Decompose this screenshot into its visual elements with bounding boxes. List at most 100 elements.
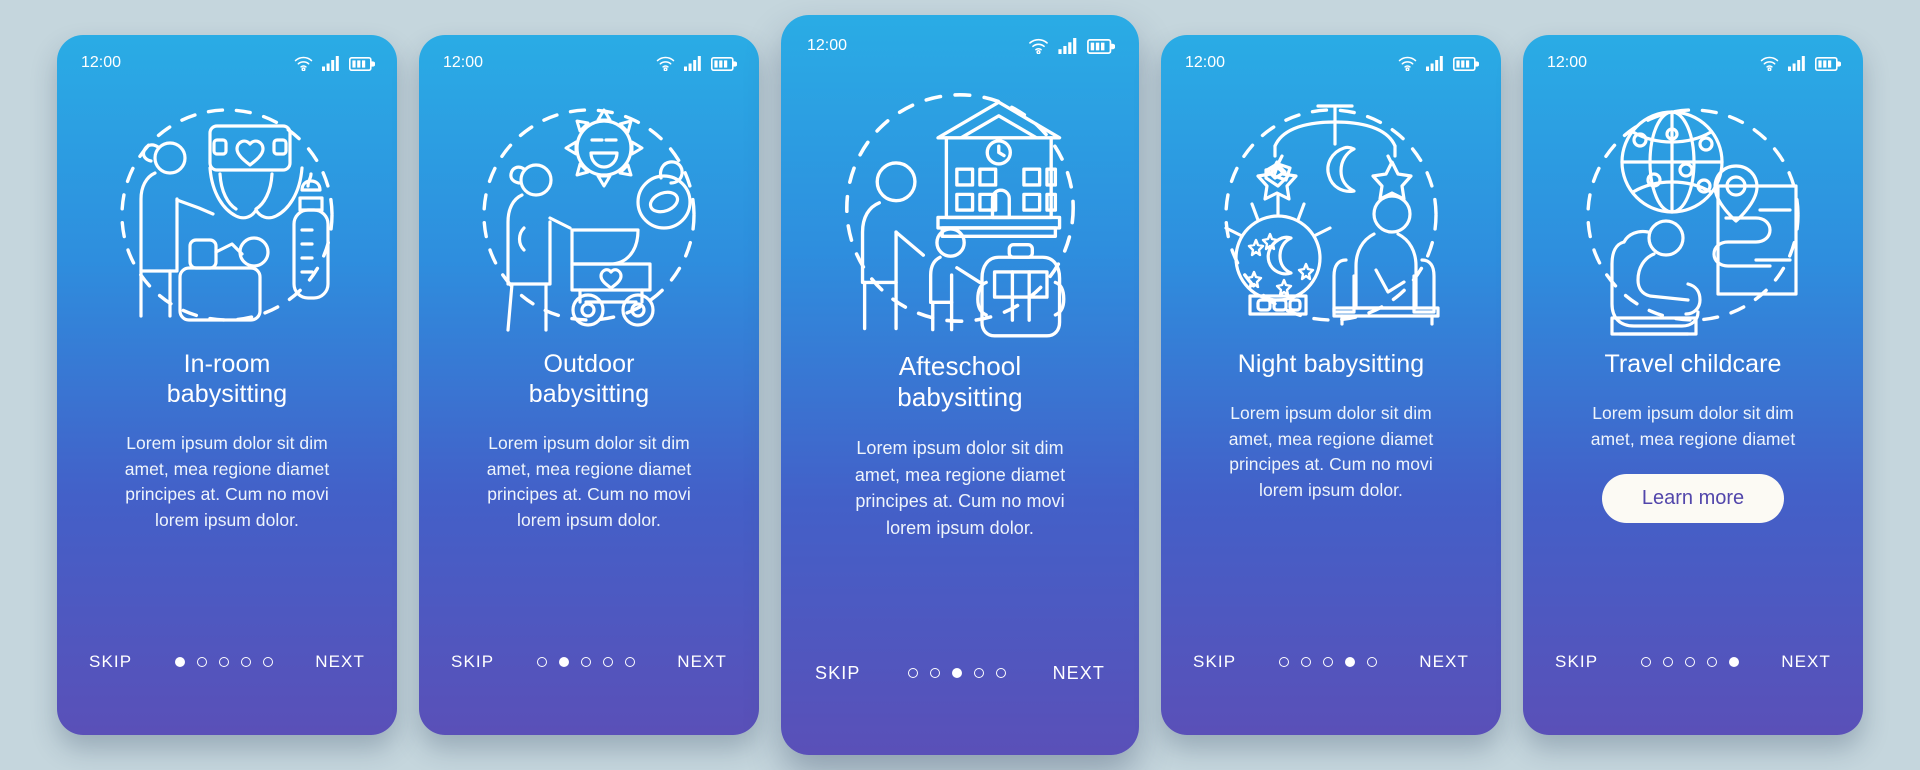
pagination-dot-3[interactable] — [1322, 657, 1333, 667]
signal-bars-icon — [1788, 55, 1806, 71]
signal-bars-icon — [1058, 38, 1078, 54]
status-time: 12:00 — [81, 54, 122, 71]
pagination-dot-5[interactable] — [1366, 657, 1377, 667]
pagination-dot-2[interactable] — [1300, 657, 1311, 667]
status-bar: 12:00 — [1161, 35, 1501, 81]
status-icons — [656, 55, 737, 71]
pagination-dot-5[interactable] — [624, 657, 635, 667]
learn-more-button[interactable]: Learn more — [1601, 474, 1785, 524]
onboarding-footer: SKIP NEXT — [1523, 623, 1863, 735]
page-description: Lorem ipsum dolor sit dim amet, mea regi… — [1590, 403, 1796, 449]
illustration-woman-stroller-sun-pacifier — [419, 81, 759, 343]
onboarding-screen-in-room-babysitting: 12:00 In-room babysitting Lorem ipsum do… — [57, 35, 397, 735]
pagination-dots — [907, 668, 1006, 678]
wifi-icon — [1760, 56, 1779, 71]
pagination-dot-1[interactable] — [1640, 657, 1651, 667]
status-time: 12:00 — [1547, 54, 1588, 71]
onboarding-footer: SKIP NEXT — [781, 631, 1139, 755]
status-time: 12:00 — [807, 37, 848, 54]
wifi-icon — [1398, 56, 1417, 71]
pagination-dot-1[interactable] — [1278, 657, 1289, 667]
status-bar: 12:00 — [419, 35, 759, 81]
pagination-dots — [174, 657, 273, 667]
page-description: Lorem ipsum dolor sit dim amet, mea regi… — [854, 438, 1066, 538]
screen-content: Afteschool babysitting Lorem ipsum dolor… — [781, 345, 1139, 631]
page-title: Night babysitting — [1237, 350, 1425, 378]
pagination-dot-5[interactable] — [262, 657, 273, 667]
signal-bars-icon — [684, 55, 702, 71]
pagination-dot-4[interactable] — [602, 657, 613, 667]
onboarding-footer: SKIP NEXT — [1161, 623, 1501, 735]
signal-bars-icon — [1426, 55, 1444, 71]
pagination-dot-3[interactable] — [218, 657, 229, 667]
skip-button[interactable]: SKIP — [1191, 648, 1238, 676]
onboarding-screen-night-babysitting: 12:00 Night babysitting Lorem ipsum dolo… — [1161, 35, 1501, 735]
next-button[interactable]: NEXT — [1051, 659, 1107, 688]
page-description: Lorem ipsum dolor sit dim amet, mea regi… — [1228, 403, 1434, 501]
onboarding-screen-afteschool-babysitting: 12:00 Afteschool babysitting Lorem ipsum… — [781, 15, 1139, 755]
page-description: Lorem ipsum dolor sit dim amet, mea regi… — [124, 433, 330, 531]
pagination-dot-3[interactable] — [1684, 657, 1695, 667]
onboarding-screen-travel-childcare: 12:00 Travel childcare Lorem ipsum dolor… — [1523, 35, 1863, 735]
illustration-baby-mobile-nightlight-armchair — [1161, 81, 1501, 343]
status-icons — [1760, 55, 1841, 71]
status-icons — [294, 55, 375, 71]
pagination-dot-4[interactable] — [1706, 657, 1717, 667]
battery-icon — [711, 56, 737, 71]
wifi-icon — [294, 56, 313, 71]
pagination-dots — [1278, 657, 1377, 667]
skip-button[interactable]: SKIP — [1553, 648, 1600, 676]
status-bar: 12:00 — [1523, 35, 1863, 81]
next-button[interactable]: NEXT — [1417, 648, 1471, 676]
pagination-dot-1[interactable] — [536, 657, 547, 667]
skip-button[interactable]: SKIP — [87, 648, 134, 676]
pagination-dot-2[interactable] — [929, 668, 940, 678]
status-bar: 12:00 — [781, 15, 1139, 65]
status-icons — [1398, 55, 1479, 71]
pagination-dot-2[interactable] — [196, 657, 207, 667]
page-title: In-room babysitting — [166, 350, 288, 408]
next-button[interactable]: NEXT — [1779, 648, 1833, 676]
page-title: Travel childcare — [1604, 350, 1782, 378]
pagination-dot-3[interactable] — [580, 657, 591, 667]
pagination-dot-1[interactable] — [907, 668, 918, 678]
pagination-dots — [1640, 657, 1739, 667]
pagination-dot-5[interactable] — [1728, 657, 1739, 667]
status-time: 12:00 — [443, 54, 484, 71]
battery-icon — [1453, 56, 1479, 71]
page-title: Outdoor babysitting — [528, 350, 650, 408]
pagination-dot-2[interactable] — [558, 657, 569, 667]
onboarding-screens-stage: 12:00 In-room babysitting Lorem ipsum do… — [0, 0, 1920, 770]
pagination-dot-4[interactable] — [1344, 657, 1355, 667]
battery-icon — [349, 56, 375, 71]
pagination-dots — [536, 657, 635, 667]
battery-icon — [1087, 39, 1115, 54]
battery-icon — [1815, 56, 1841, 71]
illustration-woman-changing-baby-diaper-bottle — [57, 81, 397, 343]
screen-content: Night babysitting Lorem ipsum dolor sit … — [1161, 343, 1501, 623]
pagination-dot-3[interactable] — [951, 668, 962, 678]
pagination-dot-5[interactable] — [995, 668, 1006, 678]
onboarding-footer: SKIP NEXT — [57, 623, 397, 735]
skip-button[interactable]: SKIP — [449, 648, 496, 676]
pagination-dot-2[interactable] — [1662, 657, 1673, 667]
status-bar: 12:00 — [57, 35, 397, 81]
page-title: Afteschool babysitting — [897, 351, 1023, 413]
next-button[interactable]: NEXT — [675, 648, 729, 676]
pagination-dot-1[interactable] — [174, 657, 185, 667]
pagination-dot-4[interactable] — [240, 657, 251, 667]
signal-bars-icon — [322, 55, 340, 71]
skip-button[interactable]: SKIP — [813, 659, 862, 688]
pagination-dot-4[interactable] — [973, 668, 984, 678]
illustration-globe-carseat-map — [1523, 81, 1863, 343]
page-description: Lorem ipsum dolor sit dim amet, mea regi… — [486, 433, 692, 531]
screen-content: Travel childcare Lorem ipsum dolor sit d… — [1523, 343, 1863, 623]
next-button[interactable]: NEXT — [313, 648, 367, 676]
screen-content: In-room babysitting Lorem ipsum dolor si… — [57, 343, 397, 623]
onboarding-footer: SKIP NEXT — [419, 623, 759, 735]
screen-content: Outdoor babysitting Lorem ipsum dolor si… — [419, 343, 759, 623]
status-time: 12:00 — [1185, 54, 1226, 71]
onboarding-screen-outdoor-babysitting: 12:00 Outdoor babysitting Lorem ipsum do… — [419, 35, 759, 735]
status-icons — [1028, 38, 1115, 54]
wifi-icon — [1028, 38, 1049, 54]
